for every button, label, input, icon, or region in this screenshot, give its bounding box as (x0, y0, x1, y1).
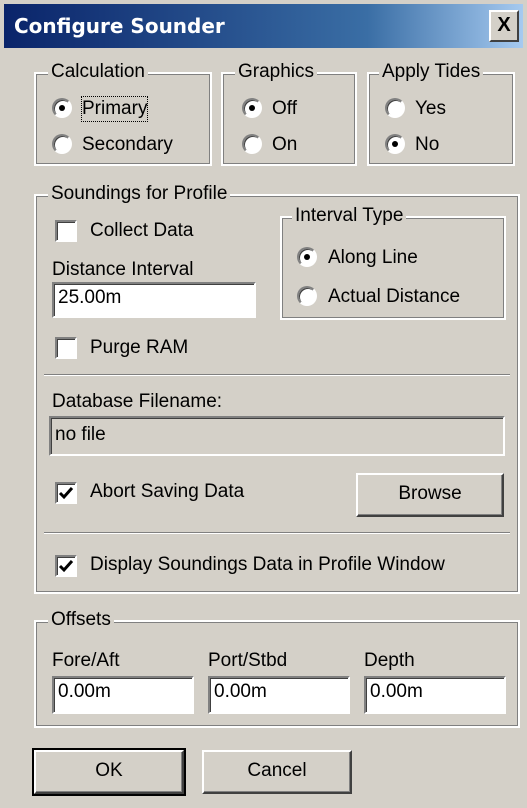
tides-yes-radio[interactable] (385, 98, 405, 118)
tides-no-radio[interactable] (385, 134, 405, 154)
depth-label: Depth (364, 650, 415, 671)
separator (44, 532, 510, 534)
apply-tides-legend: Apply Tides (379, 59, 484, 85)
ok-button[interactable]: OK (32, 748, 186, 796)
port-stbd-label: Port/Stbd (208, 650, 288, 671)
checkmark-icon (58, 560, 74, 573)
checkmark-icon (58, 487, 74, 500)
along-line-radio[interactable] (297, 247, 317, 267)
database-filename-field: no file (49, 416, 505, 456)
fore-aft-label: Fore/Aft (52, 650, 120, 671)
title-bar[interactable]: Configure Sounder X (4, 4, 523, 48)
graphics-on-radio[interactable] (242, 134, 262, 154)
abort-saving-label[interactable]: Abort Saving Data (90, 480, 244, 504)
distance-interval-input[interactable]: 25.00m (52, 282, 256, 318)
separator (44, 374, 510, 376)
radio-selected-dot (392, 141, 398, 147)
distance-interval-label: Distance Interval (52, 259, 194, 280)
radio-selected-dot (304, 254, 310, 260)
calculation-legend: Calculation (48, 59, 148, 85)
configure-sounder-dialog: Configure Sounder X Calculation Primary … (0, 0, 527, 808)
graphics-legend: Graphics (235, 59, 318, 85)
browse-button[interactable]: Browse (356, 473, 504, 517)
purge-ram-checkbox[interactable] (55, 337, 77, 359)
calculation-primary-radio[interactable] (52, 98, 72, 118)
window-title: Configure Sounder (14, 14, 225, 38)
database-filename-label: Database Filename: (52, 391, 223, 412)
tides-yes-label[interactable]: Yes (415, 97, 446, 121)
calculation-secondary-radio[interactable] (52, 134, 72, 154)
actual-distance-label[interactable]: Actual Distance (328, 285, 460, 309)
calculation-primary-label[interactable]: Primary (80, 96, 149, 122)
purge-ram-label[interactable]: Purge RAM (90, 336, 188, 360)
display-soundings-label[interactable]: Display Soundings Data in Profile Window (90, 553, 445, 577)
soundings-legend: Soundings for Profile (48, 181, 231, 207)
depth-input[interactable]: 0.00m (364, 676, 506, 714)
radio-selected-dot (59, 105, 65, 111)
interval-type-legend: Interval Type (292, 203, 407, 229)
along-line-label[interactable]: Along Line (328, 246, 418, 270)
graphics-off-radio[interactable] (242, 98, 262, 118)
port-stbd-input[interactable]: 0.00m (208, 676, 350, 714)
cancel-button[interactable]: Cancel (202, 750, 352, 794)
offsets-legend: Offsets (48, 607, 114, 633)
display-soundings-checkbox[interactable] (55, 555, 77, 577)
tides-no-label[interactable]: No (415, 133, 439, 157)
graphics-off-label[interactable]: Off (272, 97, 297, 121)
graphics-on-label[interactable]: On (272, 133, 297, 157)
collect-data-label[interactable]: Collect Data (90, 219, 194, 243)
abort-saving-checkbox[interactable] (55, 482, 77, 504)
radio-selected-dot (249, 105, 255, 111)
calculation-secondary-label[interactable]: Secondary (82, 133, 173, 157)
collect-data-checkbox[interactable] (55, 220, 77, 242)
close-button[interactable]: X (489, 10, 519, 42)
fore-aft-input[interactable]: 0.00m (52, 676, 194, 714)
actual-distance-radio[interactable] (297, 286, 317, 306)
close-icon: X (497, 14, 511, 36)
